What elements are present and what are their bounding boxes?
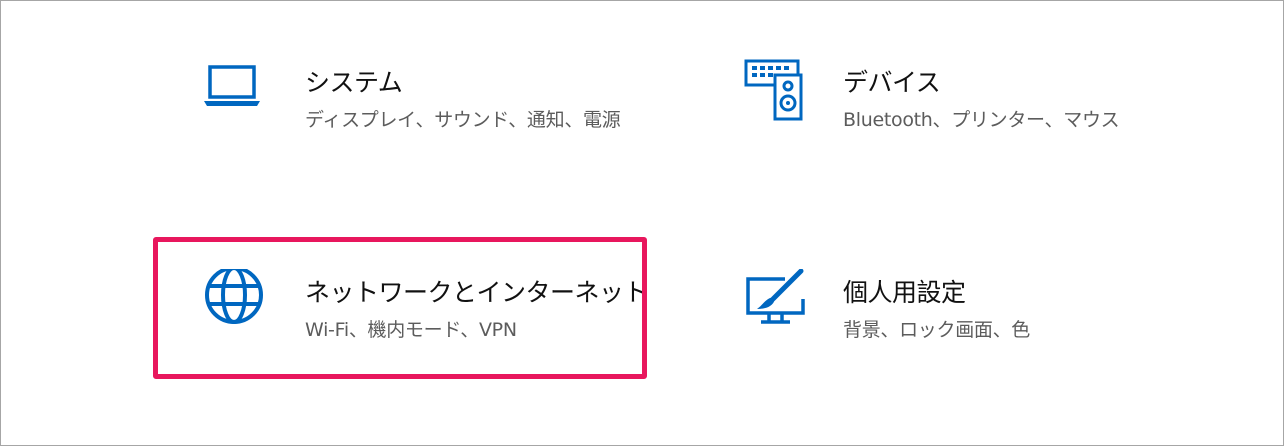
tile-system[interactable]: システム ディスプレイ、サウンド、通知、電源 xyxy=(201,59,681,179)
tile-system-title: システム xyxy=(305,68,403,97)
monitor-brush-icon xyxy=(743,268,813,339)
tile-devices-desc: Bluetooth、プリンター、マウス xyxy=(843,109,1120,131)
highlight-box xyxy=(153,237,647,379)
tile-devices-title: デバイス xyxy=(843,68,941,97)
tile-personalization-desc: 背景、ロック画面、色 xyxy=(843,319,1031,341)
tile-personalization[interactable]: 個人用設定 背景、ロック画面、色 xyxy=(743,268,1223,389)
keyboard-speaker-icon xyxy=(743,59,813,129)
tile-personalization-title: 個人用設定 xyxy=(843,278,966,307)
tile-system-desc: ディスプレイ、サウンド、通知、電源 xyxy=(305,109,621,131)
laptop-icon xyxy=(201,59,271,129)
tile-devices[interactable]: デバイス Bluetooth、プリンター、マウス xyxy=(743,59,1223,179)
settings-panel: システム ディスプレイ、サウンド、通知、電源 デバイス Bluetooth、プリ… xyxy=(0,0,1284,446)
